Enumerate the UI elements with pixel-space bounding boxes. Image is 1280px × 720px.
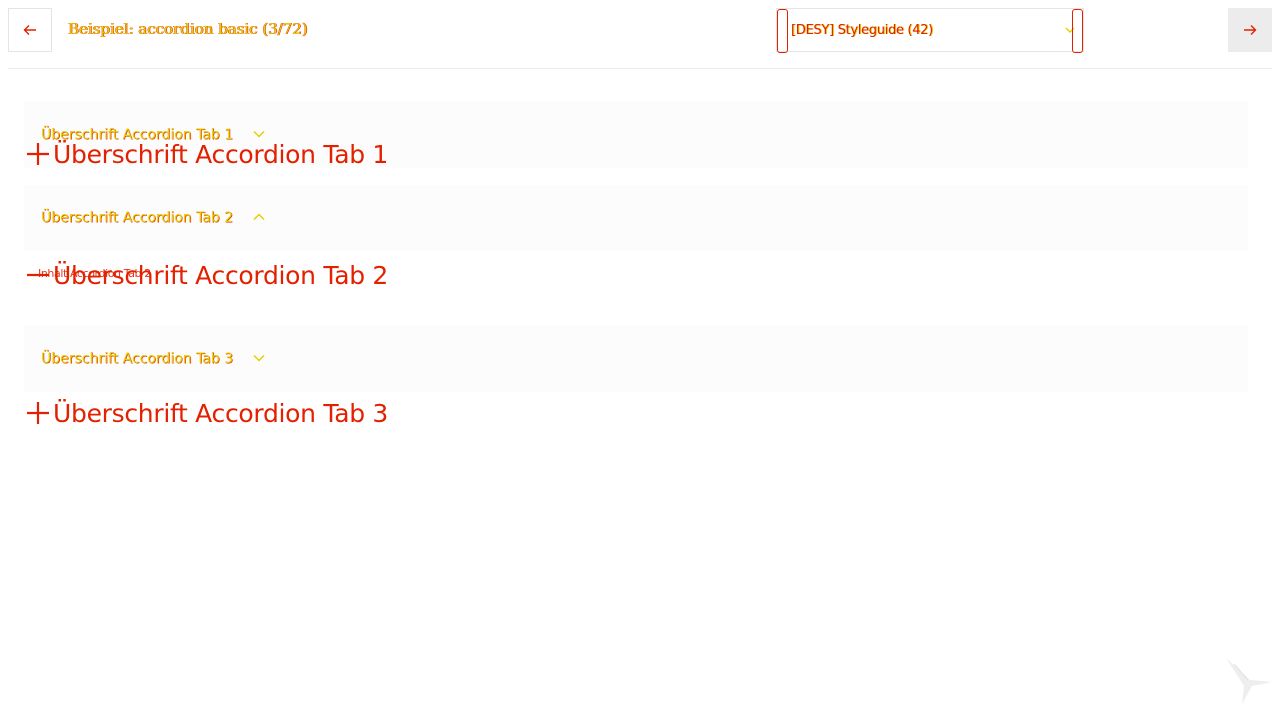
arrow-left-icon [23,25,36,35]
example-title: Beispiel: accordion basic (3/72) [68,20,308,38]
toolbar-divider [8,68,1272,69]
accordion-header-label: Überschrift Accordion Tab 3 [41,351,234,367]
accordion-toggle-tab-1[interactable]: Überschrift Accordion Tab 1 [24,137,388,171]
chevron-down-icon [253,354,265,362]
accordion-header-tab-2[interactable]: Überschrift Accordion Tab 2 [24,185,1248,251]
accordion-toggle-tab-3[interactable]: Überschrift Accordion Tab 3 [24,396,388,430]
previous-example-button[interactable] [8,8,52,52]
accordion-toggle-tab-2[interactable]: Überschrift Accordion Tab 2 [24,258,388,292]
example-toolbar: Beispiel: accordion basic (3/72) [DESY] … [8,8,1272,53]
next-example-button[interactable] [1228,8,1272,52]
example-select[interactable]: [DESY] Styleguide (42) [776,8,1084,53]
accordion-title: Überschrift Accordion Tab 2 [53,260,389,290]
minus-icon [27,273,49,277]
accordion-header-label: Überschrift Accordion Tab 2 [41,210,234,226]
select-focus-bracket-left [777,9,788,53]
example-select-value: [DESY] Styleguide (42) [791,23,933,38]
select-focus-bracket-right [1072,9,1083,53]
accordion-title: Überschrift Accordion Tab 3 [53,398,389,428]
accordion-title: Überschrift Accordion Tab 1 [53,139,389,169]
accordion-header-tab-3[interactable]: Überschrift Accordion Tab 3 [24,326,1248,392]
bird-logo-icon [1226,658,1272,704]
plus-icon [27,402,49,424]
chevron-up-icon [253,213,265,221]
plus-icon [27,143,49,165]
arrow-right-icon [1244,25,1257,35]
